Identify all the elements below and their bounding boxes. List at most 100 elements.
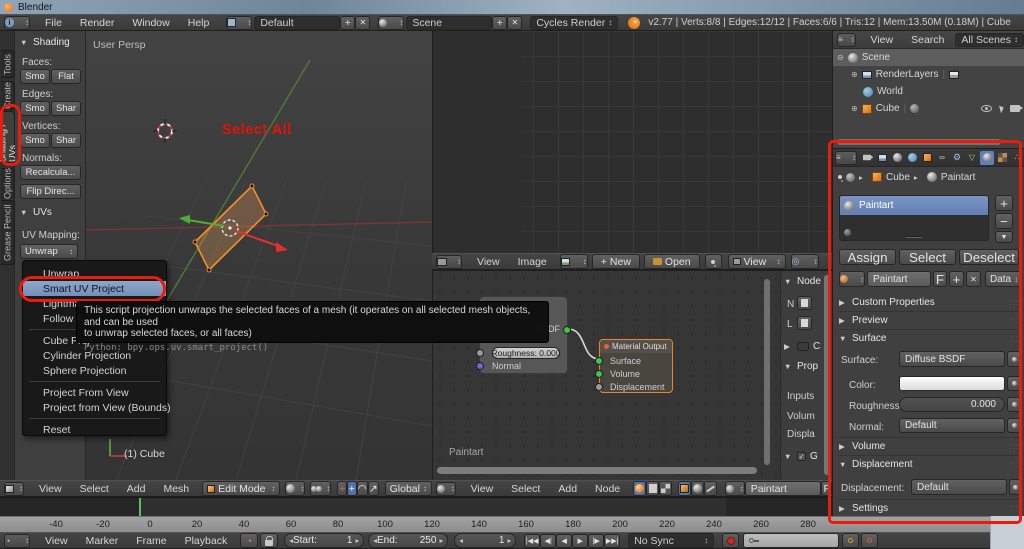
surface-panel-header[interactable]: ▼Surface:::	[839, 333, 1019, 344]
node-color-header[interactable]: ▶C	[784, 341, 820, 352]
menu-item-unwrap[interactable]: Unwrap	[23, 266, 166, 281]
image-pivot-dropdown[interactable]: ◎↕	[791, 254, 819, 269]
checkbox-checked-icon[interactable]: ✓	[797, 452, 806, 461]
node-name-field[interactable]	[797, 296, 812, 310]
normal-dropdown[interactable]: Default	[899, 418, 1005, 433]
material-name-field[interactable]: Paintart	[867, 271, 931, 287]
shader-type-linestyle-button[interactable]	[659, 481, 672, 496]
pivot-point-dropdown[interactable]: ↕	[310, 481, 331, 496]
editor-type-image-button[interactable]: ↕	[436, 255, 462, 269]
slot-line-button[interactable]	[704, 481, 717, 496]
current-frame-marker[interactable]	[139, 498, 141, 517]
expand-toggle-icon[interactable]: ⊕	[851, 70, 858, 79]
layout-close-button[interactable]: ✕	[355, 16, 370, 30]
image-menu-view[interactable]: View	[468, 256, 509, 268]
menu-window[interactable]: Window	[123, 17, 178, 29]
scene-icon-button[interactable]: ↕	[378, 16, 404, 30]
slot-specials-dropdown[interactable]: ▼	[995, 231, 1013, 243]
menu-item-sphere-projection[interactable]: Sphere Projection	[23, 363, 166, 378]
manipulator-scale-button[interactable]: ↗	[368, 481, 379, 496]
displacement-dropdown[interactable]: Default	[911, 479, 1007, 495]
slot-add-button[interactable]: +	[995, 195, 1013, 211]
visibility-eye-icon[interactable]	[981, 105, 992, 112]
preview-panel-header[interactable]: ▶Preview:::	[839, 315, 1019, 326]
scene-add-button[interactable]: +	[492, 16, 507, 30]
tab-constraints-icon[interactable]: ∞	[935, 151, 949, 165]
manipulator-rotate-button[interactable]: ◠	[357, 481, 368, 496]
timeline-menu-view[interactable]: View	[36, 535, 77, 547]
editor-type-node-button[interactable]: ↕	[436, 482, 456, 496]
settings-panel-header[interactable]: ▶Settings:::	[839, 503, 1019, 514]
manipulator-translate-button[interactable]: +	[337, 481, 347, 496]
editor-type-3d-button[interactable]: ↕	[4, 482, 24, 496]
pin-icon[interactable]	[838, 175, 842, 179]
image-editor[interactable]	[432, 31, 832, 253]
expand-toggle-icon[interactable]: ⊕	[851, 104, 858, 113]
outliner-menu-view[interactable]: View	[862, 34, 903, 46]
roughness-slider[interactable]: 0.000	[899, 397, 1005, 412]
material-name-field[interactable]: Paintart	[745, 481, 822, 496]
node-label-field[interactable]	[797, 316, 812, 330]
slot-cube-button[interactable]	[678, 481, 691, 496]
image-menu-image[interactable]: Image	[509, 256, 556, 268]
delete-keyframe-button[interactable]	[861, 533, 878, 548]
material-slot-active[interactable]: Paintart	[840, 196, 988, 215]
tab-object-icon[interactable]	[920, 151, 934, 165]
slot-material-button[interactable]	[691, 481, 704, 496]
assign-button[interactable]: Assign	[839, 249, 896, 265]
displacement-panel-header[interactable]: ▼Displacement:::	[839, 459, 1019, 470]
renderability-camera-icon[interactable]	[1010, 105, 1020, 112]
jump-to-start-button[interactable]: |◀◀	[524, 534, 540, 548]
selectability-cursor-icon[interactable]	[999, 104, 1005, 113]
timeline-canvas[interactable]	[0, 497, 832, 516]
shader-type-world-button[interactable]	[646, 481, 659, 496]
breadcrumb-object[interactable]: Cube	[886, 172, 910, 183]
normal-node-connect-button[interactable]	[1007, 418, 1021, 433]
surface-shader-dropdown[interactable]: Diffuse BSDF	[899, 351, 1005, 367]
view3d-menu-select[interactable]: Select	[71, 483, 118, 495]
node-prop-header[interactable]: ▼Prop	[784, 361, 818, 372]
material-add-button[interactable]: +	[949, 271, 964, 287]
render-engine-dropdown[interactable]: Cycles Render↕	[530, 16, 618, 30]
npanel-scrollbar[interactable]	[824, 275, 830, 475]
shader-type-object-button[interactable]	[633, 481, 646, 496]
recalculate-normals-button[interactable]: Recalcula...	[20, 165, 81, 180]
tab-modifiers-icon[interactable]: ⚙	[950, 151, 964, 165]
material-link-dropdown[interactable]: Data↕	[985, 271, 1021, 287]
image-datablock-dropdown[interactable]: ↕	[560, 254, 588, 269]
editor-type-info-button[interactable]: i↕	[4, 16, 30, 30]
collapse-toggle-icon[interactable]: ⊖	[837, 53, 844, 62]
timeline-menu-playback[interactable]: Playback	[176, 535, 237, 547]
edges-sharp-button[interactable]: Shar	[51, 101, 81, 116]
list-resize-grip[interactable]	[906, 236, 922, 238]
view3d-menu-mesh[interactable]: Mesh	[154, 483, 198, 495]
volume-panel-header[interactable]: ▶Volume:::	[839, 441, 1019, 452]
menu-render[interactable]: Render	[71, 17, 123, 29]
uv-mapping-dropdown[interactable]: Unwrap↕	[20, 244, 78, 259]
faces-smooth-button[interactable]: Smo	[20, 69, 50, 84]
menu-item-project-from-view-bounds[interactable]: Project from View (Bounds)	[23, 400, 166, 415]
mode-dropdown[interactable]: Edit Mode↕	[202, 481, 280, 496]
previous-keyframe-button[interactable]: ◀|	[540, 534, 556, 548]
timeline-menu-frame[interactable]: Frame	[127, 535, 175, 547]
deselect-button[interactable]: Deselect	[959, 249, 1019, 265]
roughness-node-connect-button[interactable]	[1007, 397, 1021, 412]
tab-world-icon[interactable]	[905, 151, 919, 165]
scene-close-button[interactable]: ✕	[507, 16, 522, 30]
jump-to-end-button[interactable]: ▶▶|	[604, 534, 620, 548]
material-output-header[interactable]: Material Output	[600, 340, 672, 353]
image-open-button[interactable]: Open	[644, 254, 700, 269]
transform-orientation-dropdown[interactable]: Global↕	[385, 481, 432, 496]
tab-grease-pencil[interactable]: Grease Pencil	[1, 200, 15, 265]
image-view-mode-dropdown[interactable]: View↕	[728, 254, 786, 269]
custom-properties-panel-header[interactable]: ▶Custom Properties:::	[839, 297, 1019, 308]
menu-item-smart-uv-project[interactable]: Smart UV Project	[23, 281, 166, 296]
node-menu-select[interactable]: Select	[502, 483, 549, 495]
tab-particles-icon[interactable]: ∴	[1010, 151, 1024, 165]
end-frame-field[interactable]: ◂End:250▸	[368, 533, 448, 548]
displacement-input-socket[interactable]	[595, 383, 603, 391]
color-swatch-field[interactable]	[899, 376, 1005, 391]
node-canvas-hscrollbar[interactable]	[437, 467, 757, 474]
outliner-hscrollbar[interactable]	[837, 139, 1001, 145]
select-button[interactable]: Select	[899, 249, 956, 265]
